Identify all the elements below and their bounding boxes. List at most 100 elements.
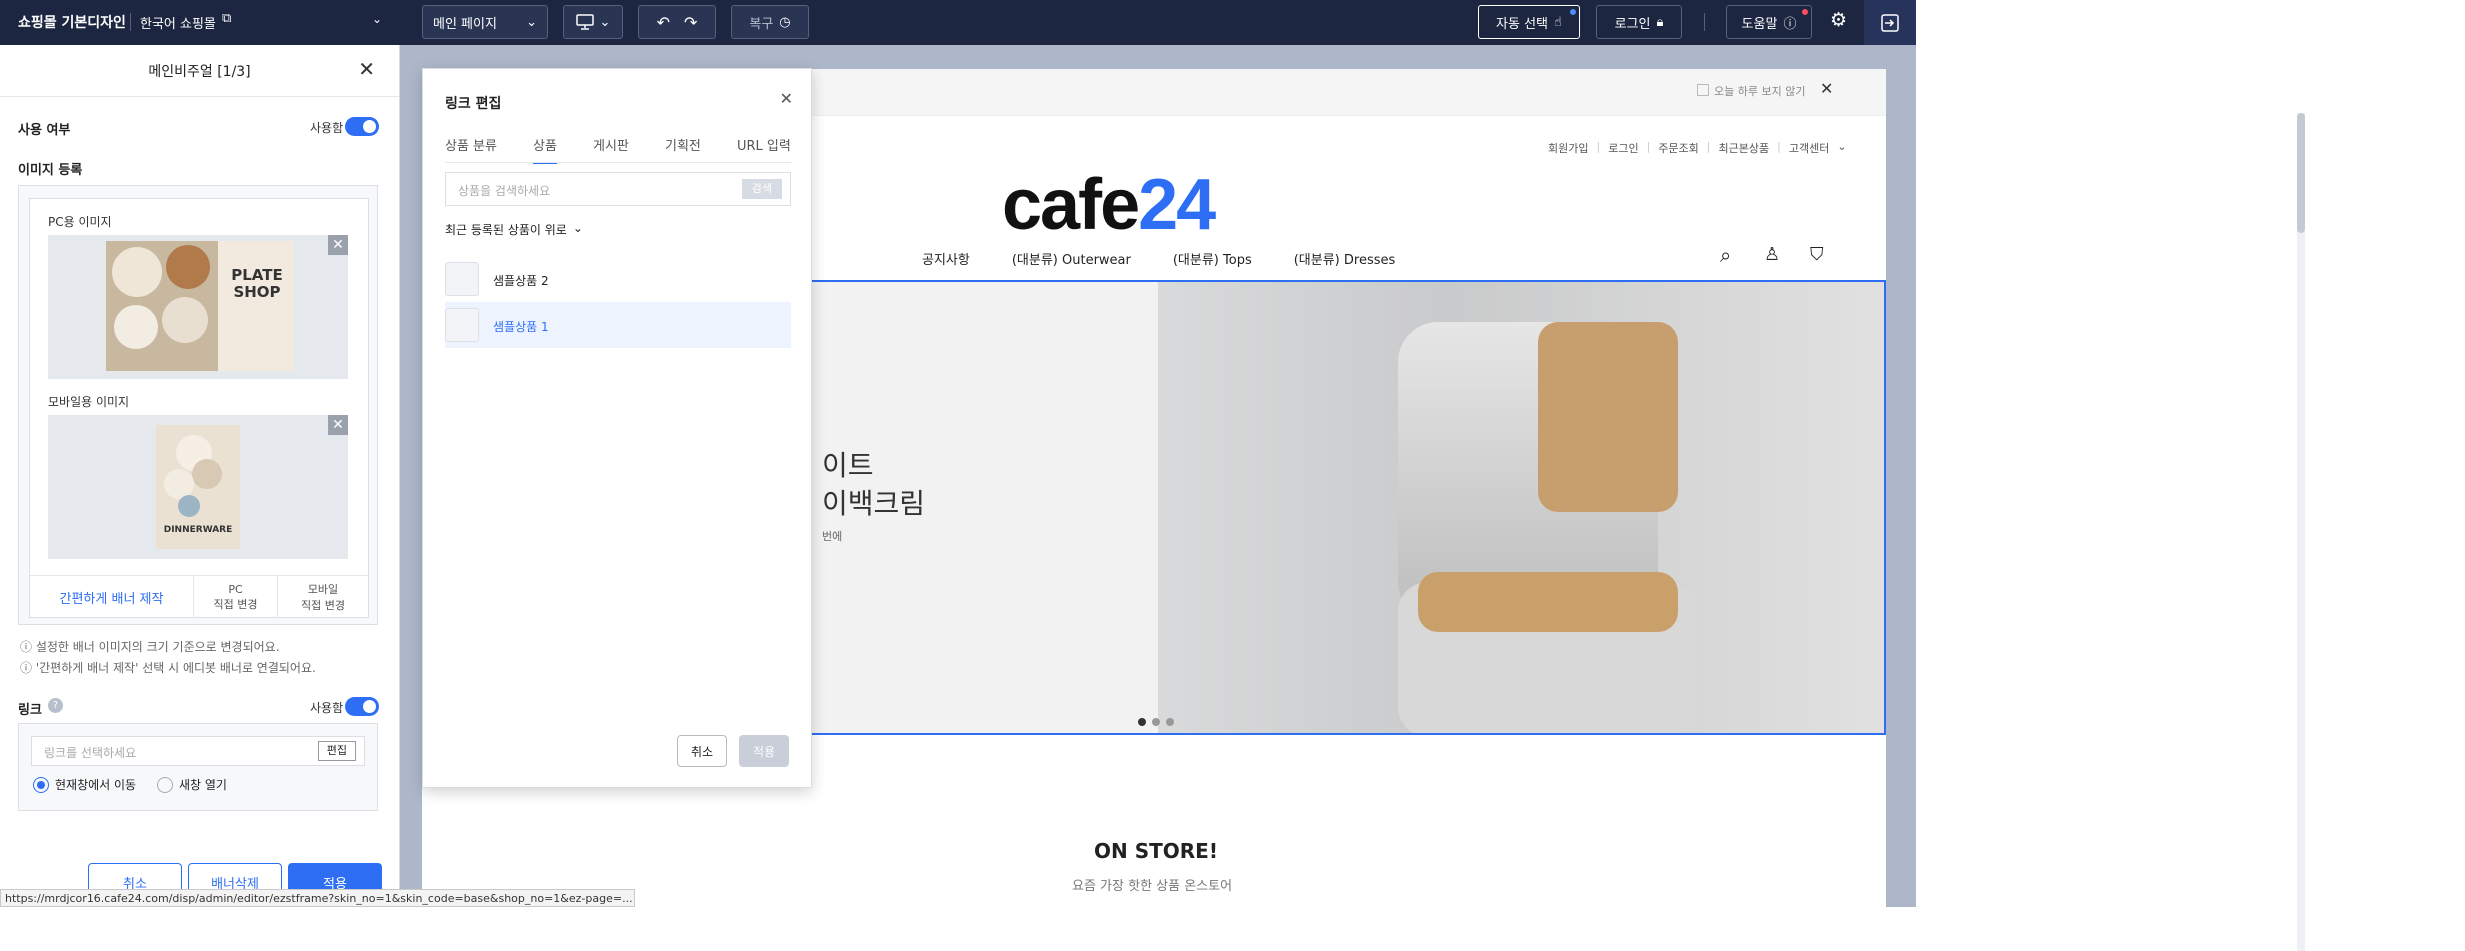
login-button[interactable]: 로그인 🔒︎ (1596, 5, 1682, 39)
link-label: 링크 (18, 703, 42, 718)
note-1: ⓘ 설정한 배너 이미지의 크기 기준으로 변경되어요. (20, 638, 280, 655)
scrollbar[interactable] (2297, 113, 2305, 951)
panel-header: 메인비주얼 [1/3] ✕ (0, 45, 399, 97)
logo[interactable]: cafe24 (1002, 165, 1312, 245)
util-link[interactable]: 최근본상품 (1719, 140, 1770, 156)
modal-apply-button[interactable]: 적용 (739, 735, 789, 767)
notification-dot (1802, 9, 1808, 15)
image-register-box: PC용 이미지 PLATE SHOP ✕ 모바일용 이미지 DINNERWARE… (18, 185, 378, 625)
hand-pointer-icon: ☝ (1554, 14, 1562, 30)
util-link[interactable]: 고객센터 (1789, 140, 1829, 156)
make-banner-button[interactable]: 간편하게 배너 제작 (30, 576, 194, 618)
help-icon[interactable]: ? (48, 698, 63, 713)
pc-banner-image[interactable]: PLATE SHOP ✕ (48, 235, 348, 379)
banner-action-row: 간편하게 배너 제작 PC 직접 변경 모바일 직접 변경 (30, 575, 368, 618)
radio-current-window[interactable]: 현재창에서 이동 (33, 776, 136, 793)
mobile-direct-line2: 직접 변경 (301, 599, 345, 612)
tab-promotion[interactable]: 기획전 (665, 135, 701, 154)
chevron-down-icon: ⌄ (599, 14, 611, 30)
remove-image-icon[interactable]: ✕ (328, 415, 348, 435)
device-select[interactable]: ⌄ (563, 5, 623, 39)
image-placeholder-icon (445, 262, 479, 296)
tab-url[interactable]: URL 입력 (737, 135, 791, 154)
image-section-title: 이미지 등록 (18, 163, 83, 178)
notification-dot (1570, 9, 1576, 15)
use-toggle[interactable] (345, 117, 379, 136)
external-link-icon[interactable]: ⧉ (222, 11, 231, 26)
mobile-direct-line1: 모바일 (307, 583, 339, 596)
util-links: 회원가입 | 로그인 | 주문조회 | 최근본상품 | 고객센터 ⌄ (1548, 140, 1847, 156)
mobile-direct-change-button[interactable]: 모바일 직접 변경 (278, 576, 368, 618)
divider (130, 13, 131, 31)
link-input[interactable]: 링크를 선택하세요 편집 (31, 736, 365, 766)
util-link[interactable]: 회원가입 (1548, 140, 1588, 156)
search-icon[interactable]: ⌕ (1720, 243, 1731, 267)
dinnerware-photo: DINNERWARE (156, 425, 240, 549)
slider-dot-active[interactable] (1138, 718, 1146, 726)
list-item[interactable]: 샘플상품 2 (445, 256, 791, 302)
nav-item[interactable]: (대분류) Outerwear (1012, 249, 1131, 268)
undo-icon[interactable]: ↶ (657, 13, 670, 32)
close-icon[interactable]: ✕ (780, 91, 793, 107)
hero-subtext: 번에 (822, 530, 843, 543)
make-banner-label: 간편하게 배너 제작 (59, 591, 164, 607)
product-name: 샘플상품 1 (493, 320, 549, 334)
tab-category[interactable]: 상품 분류 (445, 135, 497, 154)
close-icon[interactable]: ✕ (358, 59, 375, 79)
product-search-input[interactable]: 상품을 검색하세요 검색 (445, 172, 791, 206)
help-button[interactable]: 도움말 ⓘ (1726, 5, 1812, 39)
util-link[interactable]: 주문조회 (1658, 140, 1698, 156)
redo-icon[interactable]: ↷ (684, 13, 697, 32)
slider-dot[interactable] (1152, 718, 1160, 726)
mobile-banner-title: DINNERWARE (163, 525, 233, 535)
sort-select[interactable]: 최근 등록된 상품이 위로 ⌄ (445, 221, 583, 238)
user-icon[interactable]: ♙ (1764, 244, 1780, 265)
chevron-down-icon: ⌄ (572, 221, 583, 235)
nav-item[interactable]: 공지사항 (922, 249, 970, 268)
use-label: 사용 여부 (18, 123, 71, 138)
slider-dot[interactable] (1166, 718, 1174, 726)
slider-dots (1138, 718, 1174, 726)
gear-icon[interactable]: ⚙ (1830, 9, 1847, 31)
tab-board[interactable]: 게시판 (593, 135, 629, 154)
restore-button[interactable]: 복구 ◷ (731, 5, 809, 39)
product-name: 샘플상품 2 (493, 274, 549, 288)
radio-new-window[interactable]: 새창 열기 (157, 776, 227, 793)
radio-unchecked-icon (157, 776, 173, 793)
page-select[interactable]: 메인 페이지 ⌄ (422, 5, 548, 39)
pc-direct-line2: 직접 변경 (213, 597, 258, 611)
checkbox[interactable] (1697, 84, 1709, 96)
nav-item[interactable]: (대분류) Tops (1173, 249, 1252, 268)
note-2: ⓘ '간편하게 배너 제작' 선택 시 에디봇 배너로 연결되어요. (20, 659, 316, 676)
restore-label: 복구 (749, 16, 774, 32)
link-edit-modal: 링크 편집 ✕ 상품 분류 상품 게시판 기획전 URL 입력 상품을 검색하세… (422, 68, 812, 788)
link-toggle[interactable] (345, 697, 379, 716)
browser-status-url: https://mrdjcor16.cafe24.com/disp/admin/… (0, 889, 635, 907)
tab-product[interactable]: 상품 (533, 135, 557, 164)
list-item-selected[interactable]: 샘플상품 1 (445, 302, 791, 348)
mall-link[interactable]: 한국어 쇼핑몰 (140, 13, 216, 32)
sort-label: 최근 등록된 상품이 위로 (445, 223, 567, 237)
section-title: ON STORE! (1094, 839, 1218, 863)
radio-current-label: 현재창에서 이동 (55, 778, 137, 792)
remove-image-icon[interactable]: ✕ (328, 235, 348, 255)
link-edit-button[interactable]: 편집 (317, 741, 356, 761)
util-link[interactable]: 로그인 (1608, 140, 1638, 156)
bag-icon[interactable]: ⛉ (1810, 244, 1824, 265)
hero-line-2: 이백크림 (822, 487, 926, 520)
mobile-banner-image[interactable]: DINNERWARE ✕ (48, 415, 348, 559)
auto-select-button[interactable]: 자동 선택 ☝ (1478, 5, 1580, 39)
history-icon: ◷ (779, 14, 791, 30)
design-name: 쇼핑몰 기본디자인 (18, 15, 126, 31)
note-1-text: 설정한 배너 이미지의 크기 기준으로 변경되어요. (35, 640, 280, 654)
modal-cancel-button[interactable]: 취소 (677, 735, 727, 767)
pc-direct-change-button[interactable]: PC 직접 변경 (194, 576, 278, 618)
info-icon: ⓘ (20, 661, 36, 675)
chevron-down-icon: ⌄ (526, 14, 537, 30)
exit-button[interactable] (1864, 0, 1916, 45)
desktop-icon (575, 14, 594, 30)
chevron-down-icon[interactable]: ⌄ (372, 12, 382, 26)
search-button[interactable]: 검색 (741, 179, 782, 199)
nav-item[interactable]: (대분류) Dresses (1294, 249, 1396, 268)
close-icon[interactable]: ✕ (1820, 81, 1833, 97)
